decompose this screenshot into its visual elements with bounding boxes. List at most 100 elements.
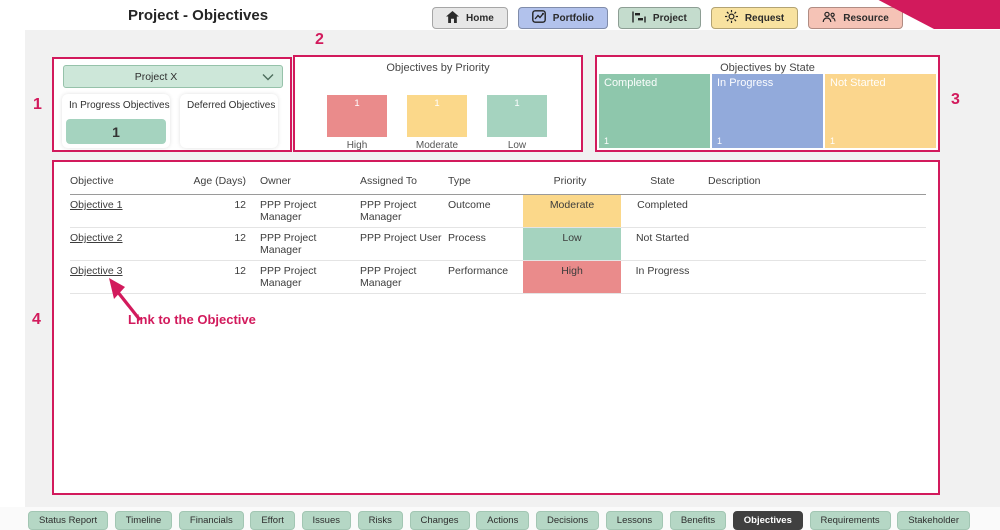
treemap-label: Not Started	[830, 77, 886, 89]
cell-state: Completed	[621, 195, 708, 228]
cell-owner: PPP Project Manager	[260, 261, 360, 294]
objectives-table-panel: Objective Age (Days) Owner Assigned To T…	[52, 160, 940, 495]
kpi-card-value: 1	[66, 119, 166, 144]
cell-priority: Moderate	[523, 195, 621, 228]
header-bar: Project - Objectives Home Portfolio Proj…	[0, 0, 1000, 30]
cell-state: In Progress	[621, 261, 708, 294]
col-header-priority: Priority	[523, 170, 621, 195]
footer-tab-decisions[interactable]: Decisions	[536, 511, 599, 530]
annotation-marker-2: 2	[315, 31, 324, 49]
footer-tab-risks[interactable]: Risks	[358, 511, 403, 530]
nav-portfolio-button[interactable]: Portfolio	[518, 7, 608, 29]
home-icon	[446, 11, 459, 26]
cell-priority: High	[523, 261, 621, 294]
bar-category-label: Low	[487, 140, 547, 151]
bar-moderate[interactable]: 1 Moderate	[407, 95, 467, 151]
footer-tab-timeline[interactable]: Timeline	[115, 511, 173, 530]
app-window: Project - Objectives Home Portfolio Proj…	[0, 0, 1000, 530]
footer-tab-objectives[interactable]: Objectives	[733, 511, 803, 530]
objective-link[interactable]: Objective 1	[70, 199, 123, 211]
nav-portfolio-label: Portfolio	[553, 13, 594, 24]
bar-rect-low[interactable]: 1	[487, 95, 547, 137]
footer-tab-requirements[interactable]: Requirements	[810, 511, 891, 530]
footer-tab-actions[interactable]: Actions	[476, 511, 529, 530]
cell-assigned-to: PPP Project Manager	[360, 261, 448, 294]
treemap-value: 1	[830, 136, 835, 146]
nav-home-label: Home	[466, 13, 494, 24]
kpi-card-title: In Progress Objectives	[69, 100, 163, 111]
objective-link[interactable]: Objective 2	[70, 232, 123, 244]
project-dropdown-value: Project X	[135, 71, 212, 83]
bar-value: 1	[327, 98, 387, 109]
footer-tab-changes[interactable]: Changes	[410, 511, 470, 530]
table-row: Objective 1 12 PPP Project Manager PPP P…	[70, 195, 926, 228]
cell-owner: PPP Project Manager	[260, 228, 360, 261]
cell-assigned-to: PPP Project Manager	[360, 195, 448, 228]
table-row: Objective 2 12 PPP Project Manager PPP P…	[70, 228, 926, 261]
project-gantt-icon	[632, 11, 646, 26]
annotation-marker-4: 4	[32, 311, 41, 329]
cell-type: Performance	[448, 261, 523, 294]
priority-chart-panel: Objectives by Priority 1 High 1 Moderate…	[293, 55, 583, 152]
nav-project-button[interactable]: Project	[618, 7, 701, 29]
annotation-marker-3: 3	[951, 91, 960, 109]
col-header-state: State	[621, 170, 708, 195]
nav-resource-button[interactable]: Resource	[808, 7, 903, 29]
request-gear-icon	[725, 10, 738, 26]
nav-home-button[interactable]: Home	[432, 7, 508, 29]
col-header-age: Age (Days)	[187, 170, 260, 195]
cell-age: 12	[187, 195, 260, 228]
footer-tab-stakeholder[interactable]: Stakeholder	[897, 511, 970, 530]
col-header-type: Type	[448, 170, 523, 195]
kpi-card-in-progress: In Progress Objectives 1	[62, 94, 170, 148]
table-row: Objective 3 12 PPP Project Manager PPP P…	[70, 261, 926, 294]
priority-chart-title: Objectives by Priority	[295, 62, 581, 74]
chevron-down-icon	[262, 73, 274, 81]
footer-tab-issues[interactable]: Issues	[302, 511, 351, 530]
nav-resource-label: Resource	[843, 13, 889, 24]
nav-request-button[interactable]: Request	[711, 7, 798, 29]
cell-type: Process	[448, 228, 523, 261]
treemap-label: In Progress	[717, 77, 773, 89]
footer-tabbar: Status Report Timeline Financials Effort Iss…	[28, 511, 970, 530]
table-header-row: Objective Age (Days) Owner Assigned To T…	[70, 170, 926, 195]
bar-rect-moderate[interactable]: 1	[407, 95, 467, 137]
project-dropdown[interactable]: Project X	[63, 65, 283, 88]
footer-bar: Status Report Timeline Financials Effort Iss…	[0, 507, 1000, 530]
annotation-marker-1: 1	[33, 96, 42, 114]
bar-value: 1	[487, 98, 547, 109]
bar-high[interactable]: 1 High	[327, 95, 387, 151]
nav-bar: Home Portfolio Project Request	[432, 7, 903, 29]
resource-people-icon	[822, 11, 836, 26]
bar-category-label: High	[327, 140, 387, 151]
state-treemap: Completed 1 In Progress 1 Not Started 1	[599, 74, 936, 148]
cell-assigned-to: PPP Project User	[360, 228, 448, 261]
kpi-card-title: Deferred Objectives	[187, 100, 271, 111]
state-chart-title: Objectives by State	[597, 62, 938, 74]
footer-tab-effort[interactable]: Effort	[250, 511, 295, 530]
cell-age: 12	[187, 261, 260, 294]
cell-owner: PPP Project Manager	[260, 195, 360, 228]
col-header-description: Description	[708, 170, 926, 195]
cell-description	[708, 228, 926, 261]
footer-tab-lessons[interactable]: Lessons	[606, 511, 663, 530]
treemap-block-not-started[interactable]: Not Started 1	[825, 74, 936, 148]
treemap-label: Completed	[604, 77, 657, 89]
treemap-block-in-progress[interactable]: In Progress 1	[712, 74, 823, 148]
col-header-assigned-to: Assigned To	[360, 170, 448, 195]
annotation-link-note: Link to the Objective	[128, 312, 256, 327]
treemap-block-completed[interactable]: Completed 1	[599, 74, 710, 148]
col-header-owner: Owner	[260, 170, 360, 195]
treemap-value: 1	[604, 136, 609, 146]
objectives-table: Objective Age (Days) Owner Assigned To T…	[70, 170, 926, 294]
col-header-objective: Objective	[70, 170, 187, 195]
treemap-value: 1	[717, 136, 722, 146]
portfolio-chart-icon	[532, 10, 546, 26]
footer-tab-benefits[interactable]: Benefits	[670, 511, 726, 530]
cell-type: Outcome	[448, 195, 523, 228]
bar-rect-high[interactable]: 1	[327, 95, 387, 137]
footer-tab-status-report[interactable]: Status Report	[28, 511, 108, 530]
bar-low[interactable]: 1 Low	[487, 95, 547, 151]
cell-age: 12	[187, 228, 260, 261]
footer-tab-financials[interactable]: Financials	[179, 511, 244, 530]
